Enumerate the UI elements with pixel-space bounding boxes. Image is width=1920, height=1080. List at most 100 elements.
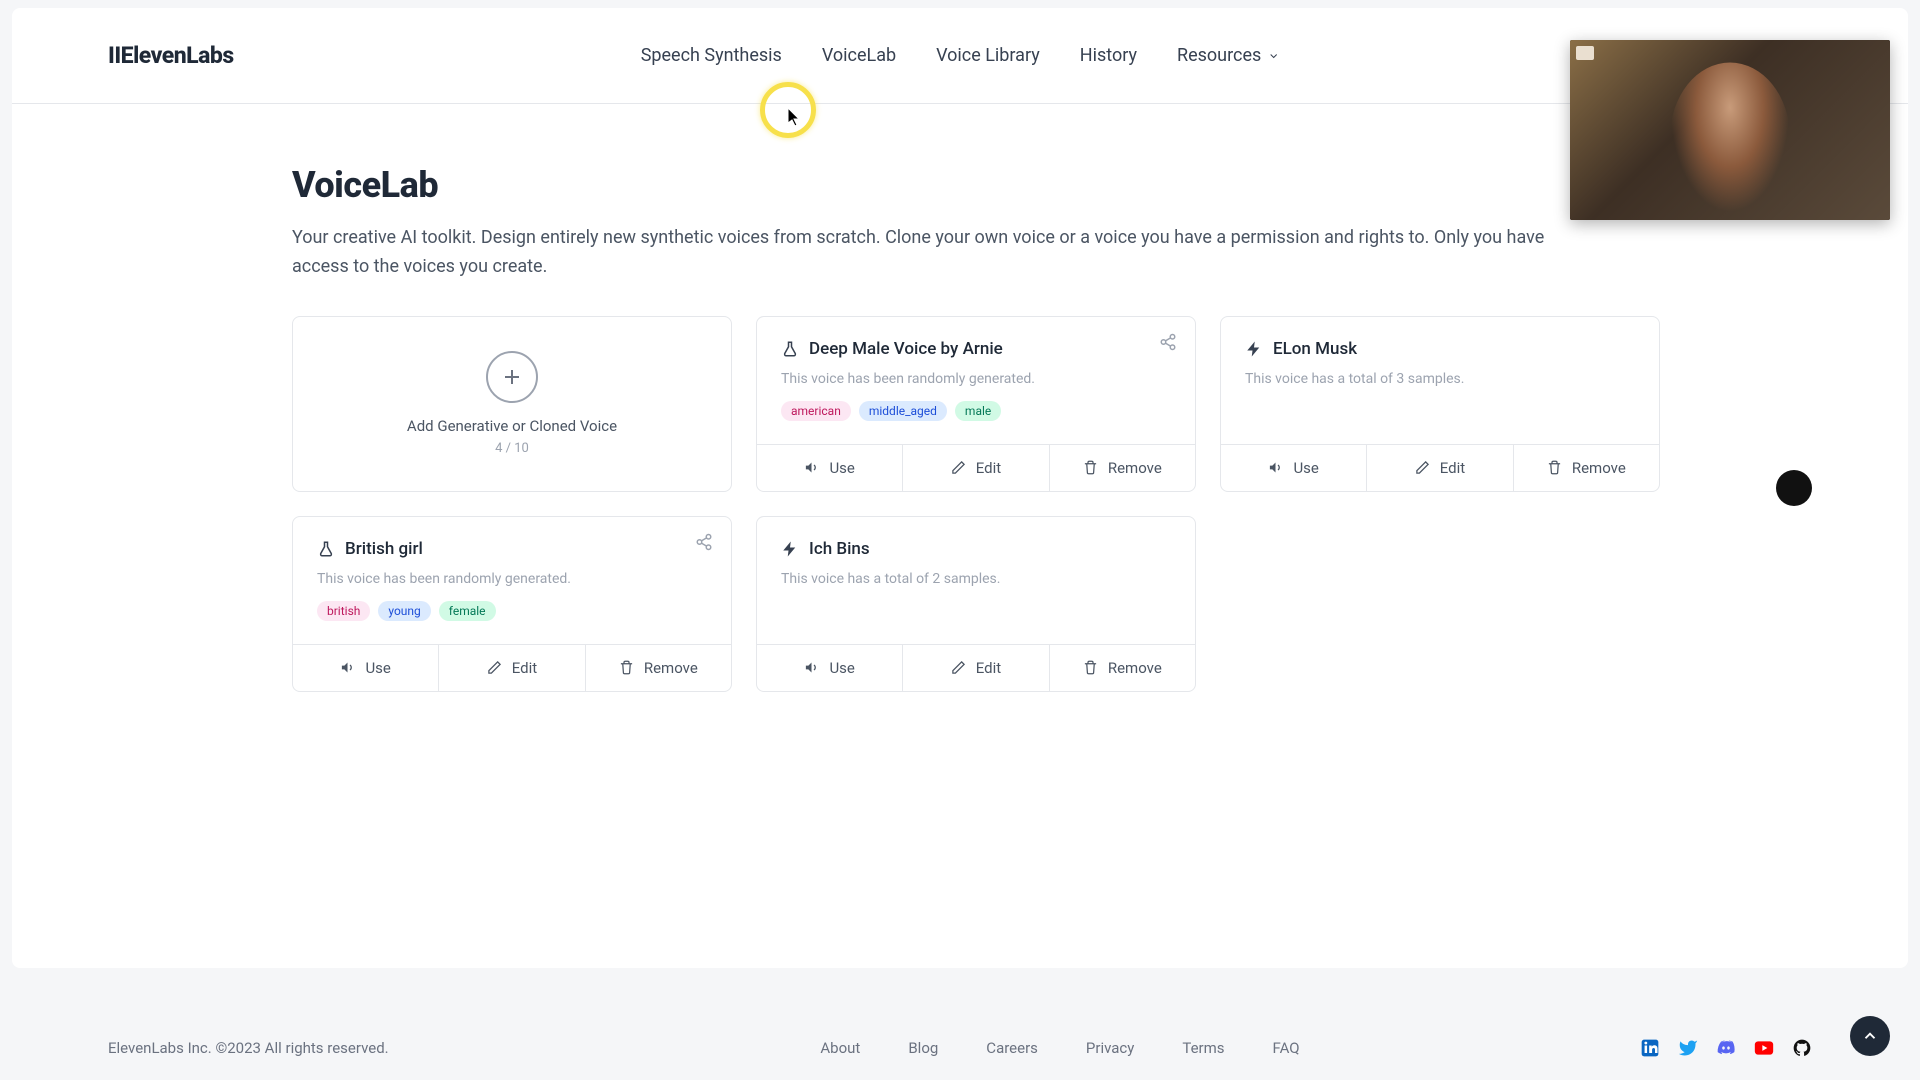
pencil-icon (951, 460, 966, 475)
voice-description: This voice has a total of 3 samples. (1245, 371, 1635, 387)
voice-actions: Use Edit Remove (1221, 444, 1659, 491)
voice-tags: british young female (317, 601, 707, 621)
voice-name: ELon Musk (1273, 339, 1357, 359)
use-label: Use (1293, 459, 1318, 477)
footer-link-terms[interactable]: Terms (1182, 1039, 1224, 1057)
use-button[interactable]: Use (293, 645, 439, 691)
voice-description: This voice has been randomly generated. (781, 371, 1171, 387)
youtube-icon[interactable] (1754, 1038, 1774, 1058)
voice-name: Deep Male Voice by Arnie (809, 339, 1003, 359)
footer-links: About Blog Careers Privacy Terms FAQ (820, 1039, 1299, 1057)
nav-resources[interactable]: Resources (1177, 45, 1279, 66)
share-button[interactable] (695, 533, 713, 555)
footer: ElevenLabs Inc. ©2023 All rights reserve… (12, 1016, 1908, 1080)
voice-description: This voice has been randomly generated. (317, 571, 707, 587)
use-label: Use (829, 459, 854, 477)
voice-name: Ich Bins (809, 539, 870, 559)
add-voice-card[interactable]: Add Generative or Cloned Voice 4 / 10 (292, 316, 732, 492)
speaker-icon (804, 460, 819, 475)
nav-speech-synthesis[interactable]: Speech Synthesis (641, 45, 782, 66)
chevron-down-icon (1267, 50, 1279, 62)
trash-icon (1547, 460, 1562, 475)
social-icons (1640, 1038, 1812, 1058)
footer-link-about[interactable]: About (820, 1039, 860, 1057)
use-label: Use (365, 659, 390, 677)
flask-icon (781, 340, 799, 358)
logo[interactable]: IIElevenLabs (108, 42, 234, 69)
remove-label: Remove (644, 659, 698, 677)
speaker-icon (804, 660, 819, 675)
remove-label: Remove (1572, 459, 1626, 477)
edit-label: Edit (1440, 459, 1465, 477)
avatar[interactable] (1776, 470, 1812, 506)
flask-icon (317, 540, 335, 558)
voice-actions: Use Edit Remove (293, 644, 731, 691)
use-button[interactable]: Use (1221, 445, 1367, 491)
footer-link-faq[interactable]: FAQ (1273, 1039, 1300, 1057)
twitter-icon[interactable] (1678, 1038, 1698, 1058)
speaker-icon (340, 660, 355, 675)
remove-button[interactable]: Remove (1514, 445, 1659, 491)
edit-button[interactable]: Edit (439, 645, 585, 691)
pencil-icon (487, 660, 502, 675)
trash-icon (1083, 660, 1098, 675)
edit-button[interactable]: Edit (903, 445, 1049, 491)
picture-in-picture-webcam[interactable] (1570, 40, 1890, 220)
trash-icon (1083, 460, 1098, 475)
voice-grid: Add Generative or Cloned Voice 4 / 10 De… (292, 316, 1628, 692)
voice-tags: americanmiddle_agedmale (781, 401, 1171, 421)
bolt-icon (781, 540, 799, 558)
nav-voice-library[interactable]: Voice Library (936, 45, 1040, 66)
page-description: Your creative AI toolkit. Design entirel… (292, 224, 1572, 282)
share-button[interactable] (1159, 333, 1177, 355)
discord-icon[interactable] (1716, 1038, 1736, 1058)
github-icon[interactable] (1792, 1038, 1812, 1058)
footer-link-privacy[interactable]: Privacy (1086, 1039, 1134, 1057)
voice-name: British girl (345, 539, 423, 559)
remove-label: Remove (1108, 459, 1162, 477)
voice-tag: middle_aged (859, 401, 947, 421)
remove-button[interactable]: Remove (1050, 445, 1195, 491)
voice-card: British girl This voice has been randoml… (292, 516, 732, 692)
footer-link-careers[interactable]: Careers (986, 1039, 1038, 1057)
linkedin-icon[interactable] (1640, 1038, 1660, 1058)
voice-description: This voice has a total of 2 samples. (781, 571, 1171, 587)
pencil-icon (1415, 460, 1430, 475)
nav-history[interactable]: History (1080, 45, 1137, 66)
footer-link-blog[interactable]: Blog (908, 1039, 938, 1057)
voice-tag: american (781, 401, 851, 421)
nav-voicelab[interactable]: VoiceLab (822, 45, 896, 66)
voice-tag: young (378, 601, 430, 621)
edit-button[interactable]: Edit (903, 645, 1049, 691)
speaker-icon (1268, 460, 1283, 475)
remove-button[interactable]: Remove (1050, 645, 1195, 691)
plus-icon (486, 351, 538, 403)
use-button[interactable]: Use (757, 645, 903, 691)
scroll-to-top-button[interactable] (1850, 1016, 1890, 1056)
nav: Speech Synthesis VoiceLab Voice Library … (641, 45, 1280, 66)
edit-label: Edit (512, 659, 537, 677)
voice-card: Deep Male Voice by Arnie This voice has … (756, 316, 1196, 492)
edit-button[interactable]: Edit (1367, 445, 1513, 491)
use-button[interactable]: Use (757, 445, 903, 491)
remove-button[interactable]: Remove (586, 645, 731, 691)
remove-label: Remove (1108, 659, 1162, 677)
edit-label: Edit (976, 459, 1001, 477)
edit-label: Edit (976, 659, 1001, 677)
voice-card: Ich Bins This voice has a total of 2 sam… (756, 516, 1196, 692)
trash-icon (619, 660, 634, 675)
voice-tag: female (439, 601, 496, 621)
bolt-icon (1245, 340, 1263, 358)
add-voice-label: Add Generative or Cloned Voice (407, 417, 617, 435)
page-title: VoiceLab (292, 164, 1628, 206)
voice-tag: british (317, 601, 370, 621)
cursor-icon (788, 108, 802, 132)
use-label: Use (829, 659, 854, 677)
nav-resources-label: Resources (1177, 45, 1261, 66)
pencil-icon (951, 660, 966, 675)
footer-copyright: ElevenLabs Inc. ©2023 All rights reserve… (108, 1039, 389, 1057)
chevron-up-icon (1861, 1027, 1879, 1045)
voice-card: ELon Musk This voice has a total of 3 sa… (1220, 316, 1660, 492)
voice-actions: Use Edit Remove (757, 444, 1195, 491)
voice-actions: Use Edit Remove (757, 644, 1195, 691)
